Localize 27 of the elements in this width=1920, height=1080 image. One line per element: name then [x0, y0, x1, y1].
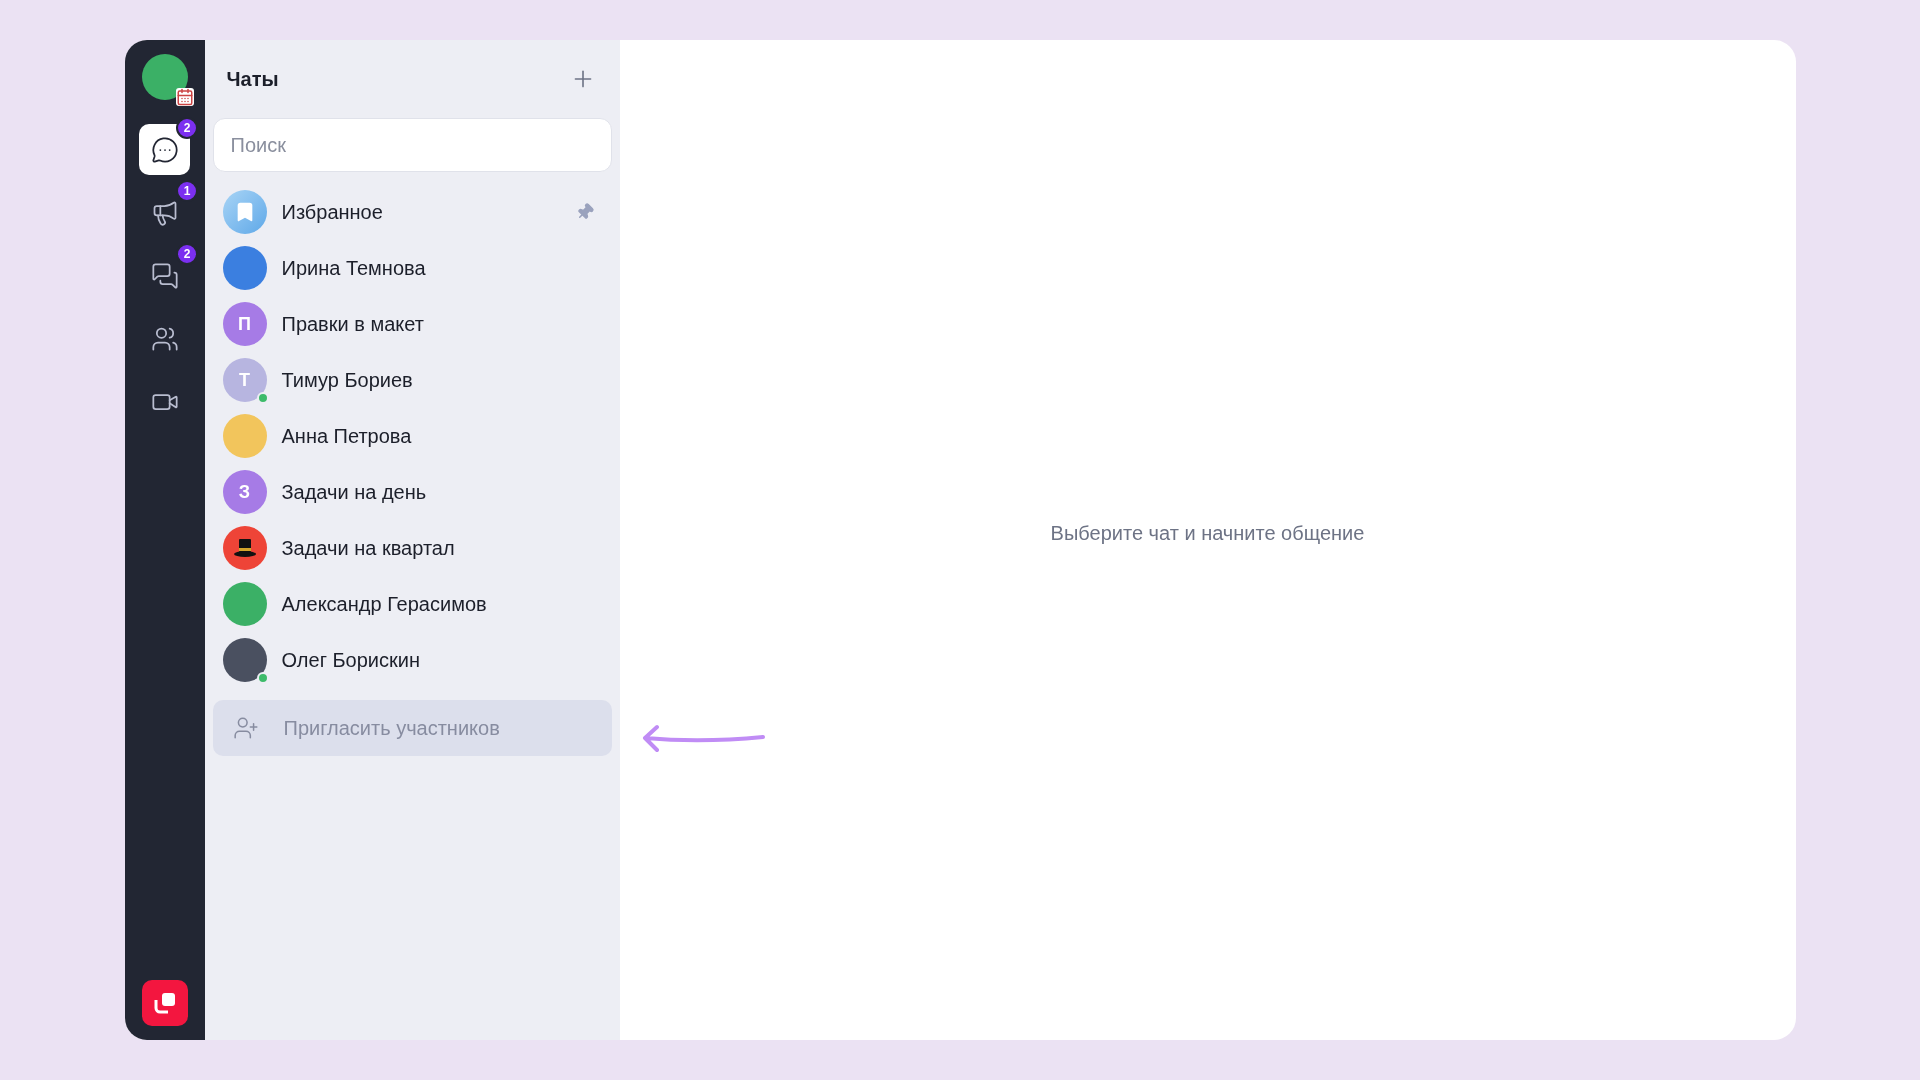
empty-state-text: Выберите чат и начните общение	[1050, 521, 1365, 546]
user-avatar-placeholder[interactable]	[141, 54, 188, 100]
unread-count: 1	[176, 180, 198, 202]
logo-icon	[152, 991, 177, 1015]
chat-list-item[interactable]: Задачи на квартал	[212, 520, 612, 576]
unread-count: 2	[176, 117, 198, 139]
chat-list-item[interactable]: Александр Герасимов	[212, 576, 612, 632]
letter-avatar: П	[222, 302, 267, 346]
chat-list-item[interactable]: Ирина Темнова	[212, 240, 612, 296]
chat-list-item[interactable]: Т Тимур Бориев	[212, 352, 612, 408]
letter-avatar: З	[222, 470, 267, 514]
panel-title: Чаты	[226, 67, 279, 92]
chat-list-item[interactable]: Олег Борискин	[212, 632, 612, 688]
rail-tab[interactable]	[139, 124, 190, 175]
chat-list-item[interactable]: Избранное	[212, 184, 612, 240]
app-logo[interactable]	[141, 980, 188, 1026]
add-user-icon	[232, 715, 259, 741]
chat-bubbles-icon	[150, 261, 179, 290]
search-field[interactable]: Поиск	[212, 118, 612, 172]
chat-list-item[interactable]: Анна Петрова	[212, 408, 612, 464]
chat-list-item[interactable]: З Задачи на день	[212, 464, 612, 520]
chat-list-item[interactable]: П Правки в макет	[212, 296, 612, 352]
calendar-icon	[175, 88, 194, 106]
letter-avatar: Т	[222, 358, 267, 402]
chat-icon	[150, 135, 179, 164]
top-hat-icon	[232, 538, 257, 558]
unread-count: 2	[176, 243, 198, 265]
